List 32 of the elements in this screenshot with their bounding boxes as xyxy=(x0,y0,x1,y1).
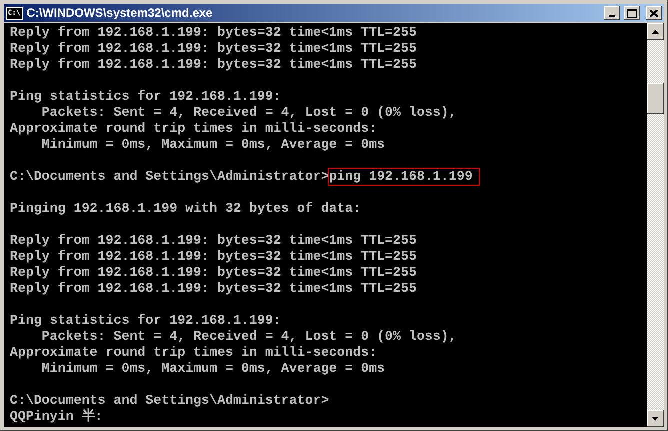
console-line: C:\Documents and Settings\Administrator> xyxy=(10,393,330,408)
scroll-thumb[interactable] xyxy=(647,83,664,114)
maximize-button[interactable] xyxy=(624,6,640,20)
command-prompt: C:\Documents and Settings\Administrator> xyxy=(10,169,330,184)
console-line: Reply from 192.168.1.199: bytes=32 time<1ms TTL=255 xyxy=(10,249,418,265)
console-line: Reply from 192.168.1.199: bytes=32 time<1ms TTL=255 xyxy=(10,41,418,57)
console-line: QQPinyin 半: xyxy=(10,409,104,425)
console-line: Pinging 192.168.1.199 with 32 bytes of data: xyxy=(10,201,362,217)
vertical-scrollbar[interactable] xyxy=(647,23,664,427)
console-line: Ping statistics for 192.168.1.199: xyxy=(10,313,282,329)
console-line: Reply from 192.168.1.199: bytes=32 time<1ms TTL=255 xyxy=(10,281,418,297)
console-line: Reply from 192.168.1.199: bytes=32 time<1ms TTL=255 xyxy=(10,265,418,281)
up-arrow-icon xyxy=(652,30,659,34)
maximize-icon xyxy=(627,8,637,18)
typed-command: ping 192.168.1.199 xyxy=(329,169,479,185)
console-line: Ping statistics for 192.168.1.199: xyxy=(10,89,282,105)
close-icon xyxy=(650,10,658,16)
console-line: Minimum = 0ms, Maximum = 0ms, Average = 0ms xyxy=(40,137,386,153)
console-line: Packets: Sent = 4, Received = 4, Lost = 0 (0% loss), xyxy=(40,329,458,345)
console-line: Approximate round trip times in milli-seconds: xyxy=(10,345,378,361)
minimize-button[interactable] xyxy=(604,6,620,20)
scroll-down-button[interactable] xyxy=(647,410,664,427)
window-title: C:\WINDOWS\system32\cmd.exe xyxy=(26,6,214,20)
close-button[interactable] xyxy=(646,6,662,20)
console-line: Reply from 192.168.1.199: bytes=32 time<1ms TTL=255 xyxy=(10,233,418,249)
console-line: Reply from 192.168.1.199: bytes=32 time<1ms TTL=255 xyxy=(10,57,418,73)
scroll-up-button[interactable] xyxy=(647,23,664,40)
console-line: Approximate round trip times in milli-seconds: xyxy=(10,121,378,137)
down-arrow-icon xyxy=(652,416,659,420)
console-line: Reply from 192.168.1.199: bytes=32 time<1ms TTL=255 xyxy=(10,25,418,41)
console-line: Packets: Sent = 4, Received = 4, Lost = 0 (0% loss), xyxy=(40,105,458,121)
console-line: Minimum = 0ms, Maximum = 0ms, Average = 0ms xyxy=(40,361,386,377)
